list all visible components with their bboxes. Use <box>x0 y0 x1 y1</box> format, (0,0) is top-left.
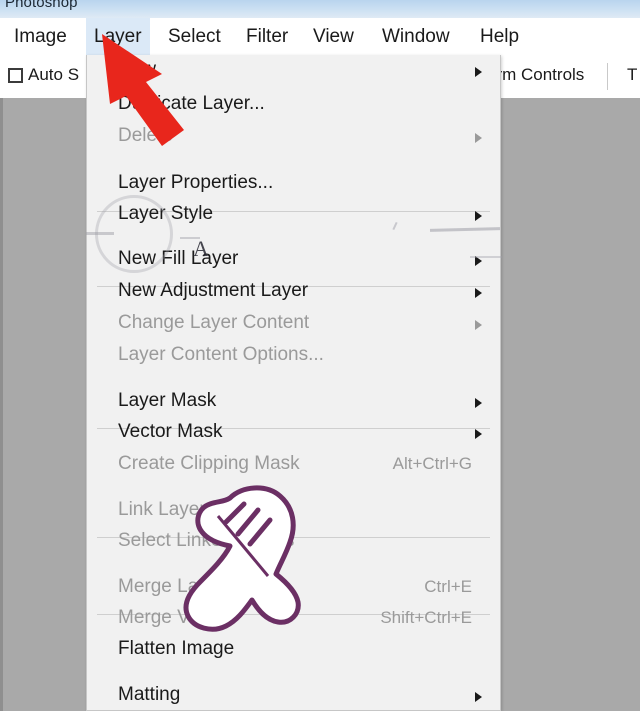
menu-item-vector-mask[interactable]: Vector Mask <box>87 418 500 449</box>
menu-item-label: Delete <box>118 125 173 146</box>
menu-bar: Image Layer Select Filter View Window Help <box>0 18 640 56</box>
submenu-arrow-icon <box>475 429 482 439</box>
auto-select-label: Auto S <box>28 65 80 84</box>
submenu-arrow-icon <box>475 692 482 702</box>
menu-item-label: Layer Properties... <box>118 172 274 193</box>
submenu-arrow-icon <box>475 211 482 221</box>
submenu-arrow-icon <box>475 398 482 408</box>
window-title: Photoshop <box>5 0 78 11</box>
menu-item-label: Vector Mask <box>118 421 223 442</box>
menu-item-label: Select Linked Layers <box>118 530 295 551</box>
menu-item-shortcut: Ctrl+E <box>424 577 472 596</box>
canvas-left-edge <box>0 98 3 711</box>
menu-item-label: Link Layers <box>118 499 216 520</box>
menu-item-flatten-image[interactable]: Flatten Image <box>87 635 500 666</box>
menu-item-label: Layer Style <box>118 203 214 224</box>
menu-image[interactable]: Image <box>6 18 75 55</box>
submenu-arrow-icon <box>475 320 482 330</box>
window-title-bar: Photoshop <box>0 0 640 18</box>
menu-item-label: Change Layer Content <box>118 312 310 333</box>
auto-select-checkbox[interactable] <box>8 68 23 83</box>
menu-item-label: Duplicate Layer... <box>118 93 265 114</box>
menu-item-change-layer-content: Change Layer Content <box>87 309 500 340</box>
menu-item-label: Layer Mask <box>118 390 217 411</box>
menu-window[interactable]: Window <box>374 18 458 55</box>
menu-item-layer-content-options: Layer Content Options... <box>87 341 500 372</box>
menu-item-create-clipping-mask: Create Clipping Mask Alt+Ctrl+G <box>87 450 500 481</box>
menu-item-shortcut: Shift+Ctrl+E <box>380 608 472 627</box>
menu-item-layer-mask[interactable]: Layer Mask <box>87 387 500 418</box>
menu-item-link-layers: Link Layers <box>87 496 500 527</box>
menu-item-merge-visible: Merge Visible Shift+Ctrl+E <box>87 604 500 635</box>
menu-item-new-fill-layer[interactable]: New Fill Layer <box>87 245 500 276</box>
menu-select[interactable]: Select <box>160 18 229 55</box>
submenu-arrow-icon <box>475 288 482 298</box>
menu-view[interactable]: View <box>305 18 362 55</box>
menu-item-label: New Fill Layer <box>118 248 239 269</box>
layer-menu-dropdown[interactable]: New Duplicate Layer... Delete Layer Propert… <box>86 55 501 711</box>
options-divider <box>607 63 608 90</box>
menu-item-label: Layer Content Options... <box>118 344 324 365</box>
menu-item-shortcut: Alt+Ctrl+G <box>392 454 472 473</box>
menu-item-label: New Adjustment Layer <box>118 280 309 301</box>
menu-help[interactable]: Help <box>472 18 527 55</box>
submenu-arrow-icon <box>475 67 482 77</box>
menu-item-label: Create Clipping Mask <box>118 453 300 474</box>
submenu-arrow-icon <box>475 256 482 266</box>
menu-item-layer-properties[interactable]: Layer Properties... <box>87 169 500 200</box>
menu-item-label: New <box>118 59 157 80</box>
menu-item-label: Merge Visible <box>118 607 233 628</box>
menu-item-select-linked-layers: Select Linked Layers <box>87 527 500 558</box>
menu-item-layer-style[interactable]: Layer Style <box>87 200 500 231</box>
menu-item-label: Merge Layers <box>118 576 235 597</box>
options-trailing-label: T <box>627 65 638 84</box>
menu-filter[interactable]: Filter <box>238 18 296 55</box>
menu-item-new-adjustment-layer[interactable]: New Adjustment Layer <box>87 277 500 308</box>
show-transform-controls-label[interactable]: orm Controls <box>487 65 584 85</box>
menu-item-duplicate-layer[interactable]: Duplicate Layer... <box>87 90 500 121</box>
menu-layer[interactable]: Layer <box>86 18 150 55</box>
submenu-arrow-icon <box>475 133 482 143</box>
menu-item-new[interactable]: New <box>87 56 500 87</box>
menu-item-matting[interactable]: Matting <box>87 681 500 710</box>
menu-item-label: Flatten Image <box>118 638 235 659</box>
menu-item-label: Matting <box>118 684 181 705</box>
menu-item-merge-layers: Merge Layers Ctrl+E <box>87 573 500 604</box>
menu-item-delete: Delete <box>87 122 500 153</box>
